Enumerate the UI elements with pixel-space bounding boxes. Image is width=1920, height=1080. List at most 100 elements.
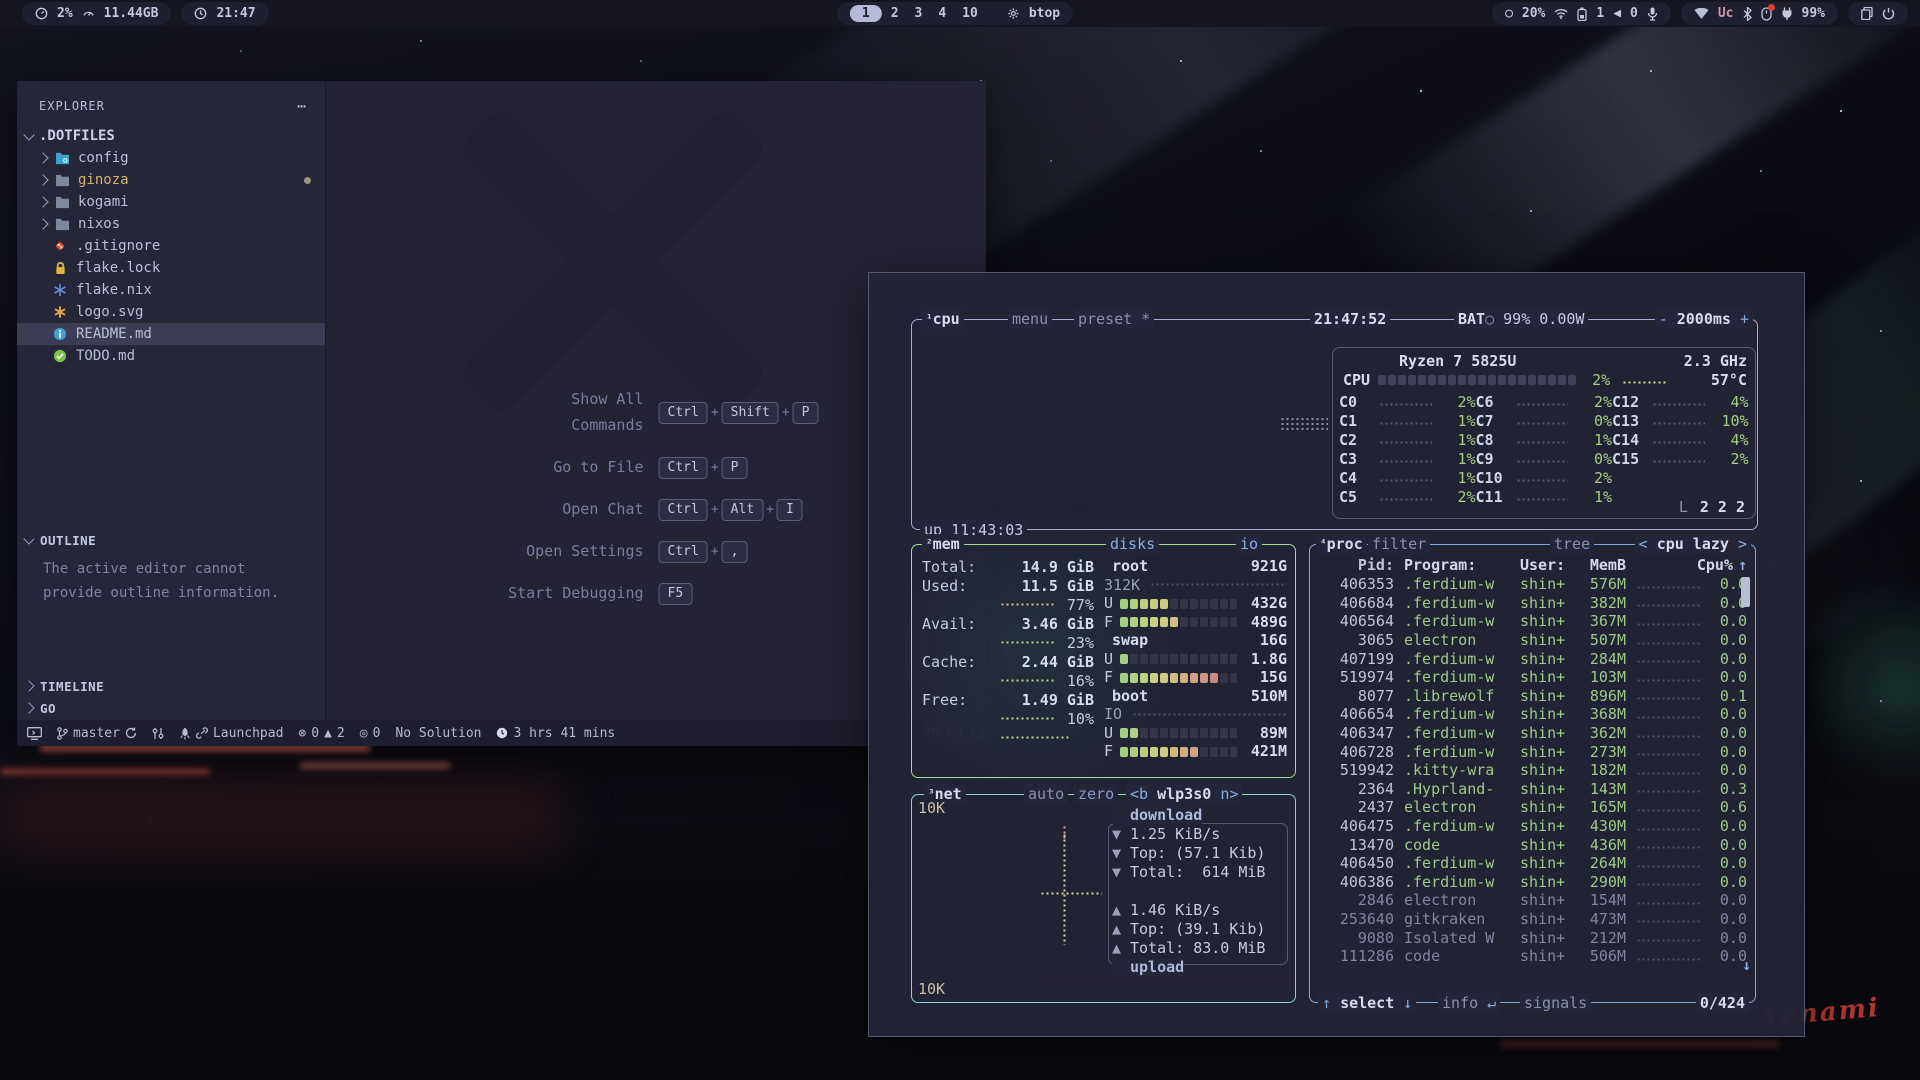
folder-kogami[interactable]: kogami [17,191,325,213]
update-interval[interactable]: - 2000ms + [1655,309,1753,329]
info-icon [52,326,68,342]
disk-root: root921G [1104,557,1287,576]
proc-row[interactable]: 406564.ferdium-wshin+367M0.0 [1318,612,1747,631]
mem-stat-row: Avail:3.46 GiB [922,614,1094,633]
go-section[interactable]: GO [17,697,325,719]
proc-row[interactable]: 2846electronshin+154M0.0 [1318,891,1747,910]
launchpad-indicator[interactable]: Launchpad [179,726,283,741]
proc-sort-selector[interactable]: < cpu lazy > [1635,534,1751,554]
solution-indicator[interactable]: No Solution [395,726,481,741]
workspace-10[interactable]: 10 [955,6,985,21]
cpu-core-C2: C21% [1339,430,1476,449]
project-root-folder[interactable]: .DOTFILES [17,125,325,147]
modified-dot [304,177,311,184]
net-auto-toggle[interactable]: auto [1024,784,1068,804]
proc-row[interactable]: 406728.ferdium-wshin+273M0.0 [1318,742,1747,761]
more-actions-icon[interactable]: ⋯ [297,97,307,115]
net-zero-toggle[interactable]: zero [1074,784,1118,804]
proc-row[interactable]: 111286codeshin+506M0.0 [1318,947,1747,966]
clock-time: 21:47 [216,6,255,21]
file-flake.nix[interactable]: flake.nix [17,279,325,301]
hardware-pill[interactable]: ○ 20% 1 ◀ 0 [1492,2,1671,25]
cpu-core-C3: C31% [1339,449,1476,468]
preset-button[interactable]: preset * [1074,309,1154,329]
folder-config[interactable]: config [17,147,325,169]
proc-row[interactable]: 519974.ferdium-wshin+103M0.0 [1318,668,1747,687]
upload-stat: ▲Total: 83.0 MiB [1112,938,1291,957]
folder-ginoza[interactable]: ginoza [17,169,325,191]
io-toggle[interactable]: io [1236,534,1262,554]
file-label: flake.nix [76,282,152,298]
worktime-indicator[interactable]: 3 hrs 41 mins [496,726,615,741]
disks-toggle[interactable]: disks [1106,534,1159,554]
workspace-4[interactable]: 4 [931,6,953,21]
folder-nixos[interactable]: nixos [17,213,325,235]
power-icon[interactable] [1882,7,1895,20]
workspace-2[interactable]: 2 [884,6,906,21]
file-label: nixos [78,216,120,232]
folder-icon [54,216,70,232]
proc-footer-select[interactable]: ↑ select ↓ [1318,993,1416,1013]
outline-header[interactable]: OUTLINE [17,529,325,551]
clock-pill[interactable]: 21:47 [181,2,268,25]
net-scale-bottom: 10K [918,980,945,998]
key-chip: Ctrl [659,499,708,521]
proc-row[interactable]: 406347.ferdium-wshin+362M0.0 [1318,724,1747,743]
file-README.md[interactable]: README.md [17,323,325,345]
proc-row[interactable]: 9080Isolated Wshin+212M0.0 [1318,928,1747,947]
problems-indicator[interactable]: ⊗ 0 ▲ 2 [298,726,344,741]
key-chip: Ctrl [659,541,708,563]
proc-row[interactable]: 406654.ferdium-wshin+368M0.0 [1318,705,1747,724]
proc-row[interactable]: 2364.Hyprland-shin+143M0.3 [1318,780,1747,799]
proc-row[interactable]: 406475.ferdium-wshin+430M0.0 [1318,817,1747,836]
error-icon: ⊗ [298,726,306,741]
proc-scrollbar[interactable] [1741,577,1750,607]
system-stats-pill[interactable]: 2% 11.44GB [22,2,171,25]
proc-row[interactable]: 407199.ferdium-wshin+284M0.0 [1318,649,1747,668]
proc-box-title[interactable]: ⁴proc [1316,534,1367,554]
file-.gitignore[interactable]: .gitignore [17,235,325,257]
proc-row[interactable]: 13470codeshin+436M0.0 [1318,835,1747,854]
proc-row[interactable]: 406684.ferdium-wshin+382M0.0 [1318,594,1747,613]
keybinding-label: Start Debugging [493,579,658,607]
workspace-1[interactable]: 1 [850,5,882,22]
file-flake.lock[interactable]: flake.lock [17,257,325,279]
proc-row[interactable]: 519942.kitty-wrashin+182M0.0 [1318,761,1747,780]
ports-indicator[interactable]: ◎ 0 [360,726,381,741]
proc-row[interactable]: 406386.ferdium-wshin+290M0.0 [1318,873,1747,892]
git-branch-indicator[interactable]: master [57,726,137,741]
power-plug-icon [1781,7,1793,20]
proc-footer-signals[interactable]: signals [1520,993,1591,1013]
btop-mem-box: ²mem disks io Total:14.9 GiBUsed:11.5 Gi… [911,544,1296,778]
proc-footer-info[interactable]: info ↵ [1438,993,1500,1013]
radio-tower-icon: ◎ [360,726,368,741]
proc-row[interactable]: 2437electronshin+165M0.6 [1318,798,1747,817]
cpu-box-title[interactable]: ¹cpu [922,309,964,329]
workspace-3[interactable]: 3 [908,6,930,21]
mem-box-title[interactable]: ²mem [922,534,964,554]
proc-column-headers[interactable]: Pid: Program: User: MemB Cpu% ↑ [1318,555,1747,574]
net-interface-selector[interactable]: <b wlp3s0 n> [1126,784,1242,804]
connectivity-pill[interactable]: Uc 99% [1681,2,1838,25]
mem-stat-row: Used:11.5 GiB [922,576,1094,595]
scroll-down-icon[interactable]: ↓ [1742,956,1751,974]
file-TODO.md[interactable]: TODO.md [17,345,325,367]
clipboard-icon[interactable] [1861,7,1873,20]
speaker-icon: ◀ [1613,6,1621,21]
proc-row[interactable]: 8077.librewolfshin+896M0.1 [1318,687,1747,706]
remote-indicator[interactable] [27,727,42,740]
keybinding-keys: Ctrl+Shift+P [658,385,820,439]
mem-stat-row: Cache:2.44 GiB [922,652,1094,671]
key-chip: , [722,541,748,563]
proc-row[interactable]: 406450.ferdium-wshin+264M0.0 [1318,854,1747,873]
file-logo.svg[interactable]: logo.svg [17,301,325,323]
proc-filter-button[interactable]: filter [1368,534,1430,554]
proc-row[interactable]: 3065electronshin+507M0.0 [1318,631,1747,650]
proc-row[interactable]: 253640gitkrakenshin+473M0.0 [1318,910,1747,929]
timeline-section[interactable]: TIMELINE [17,675,325,697]
proc-tree-toggle[interactable]: tree [1550,534,1594,554]
cpu-usage: 2% [57,6,73,21]
menu-button[interactable]: menu [1008,309,1052,329]
tune-icon[interactable] [152,727,164,740]
proc-row[interactable]: 406353.ferdium-wshin+576M0.0 [1318,575,1747,594]
